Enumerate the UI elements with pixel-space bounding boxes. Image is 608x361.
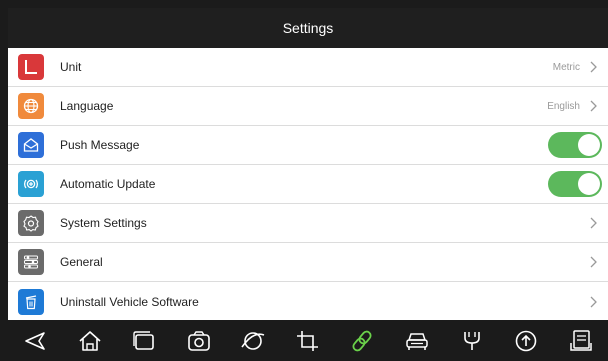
envelope-icon [18,132,44,158]
link-icon[interactable] [347,326,377,356]
sliders-icon [18,249,44,275]
settings-value-language: English [547,100,580,112]
screen: Settings Unit Metric Language English Pu… [0,0,608,361]
settings-row-system-settings[interactable]: System Settings [8,204,608,243]
crop-icon[interactable] [293,326,323,356]
settings-label-system-settings: System Settings [60,216,147,230]
title-bar: Settings [8,8,608,48]
settings-row-general[interactable]: General [8,243,608,282]
automatic-update-toggle[interactable] [548,171,602,197]
report-icon[interactable] [566,326,596,356]
settings-row-unit[interactable]: Unit Metric [8,48,608,87]
back-icon[interactable] [20,326,50,356]
upload-icon[interactable] [511,326,541,356]
unit-icon [18,54,44,80]
chevron-right-icon [590,61,597,73]
chevron-right-icon [590,296,597,307]
home-icon[interactable] [75,326,105,356]
settings-label-uninstall-vehicle-software: Uninstall Vehicle Software [60,294,199,309]
settings-label-general: General [60,255,103,269]
recent-apps-icon[interactable] [129,326,159,356]
page-title: Settings [282,20,334,36]
chevron-right-icon [590,256,597,268]
browser-icon[interactable] [238,326,268,356]
settings-label-language: Language [60,99,114,113]
settings-row-automatic-update: Automatic Update [8,165,608,204]
push-message-toggle[interactable] [548,132,602,158]
settings-value-unit: Metric [552,61,580,73]
settings-row-language[interactable]: Language English [8,87,608,126]
toggle-knob [578,134,600,156]
settings-list: Unit Metric Language English Push Messag… [8,48,608,320]
update-icon [18,171,44,197]
camera-icon[interactable] [184,326,214,356]
trash-icon [18,288,44,315]
settings-row-uninstall-vehicle-software[interactable]: Uninstall Vehicle Software [8,282,608,320]
vci-icon[interactable] [457,326,487,356]
globe-icon [18,93,44,119]
settings-label-push-message: Push Message [60,138,140,152]
settings-label-unit: Unit [60,60,82,74]
settings-row-push-message: Push Message [8,126,608,165]
bottom-nav-bar [8,320,608,361]
settings-label-automatic-update: Automatic Update [60,177,156,191]
chevron-right-icon [590,100,597,112]
toggle-knob [578,173,600,195]
car-icon[interactable] [402,326,432,356]
gear-icon [18,210,44,236]
chevron-right-icon [590,217,597,229]
